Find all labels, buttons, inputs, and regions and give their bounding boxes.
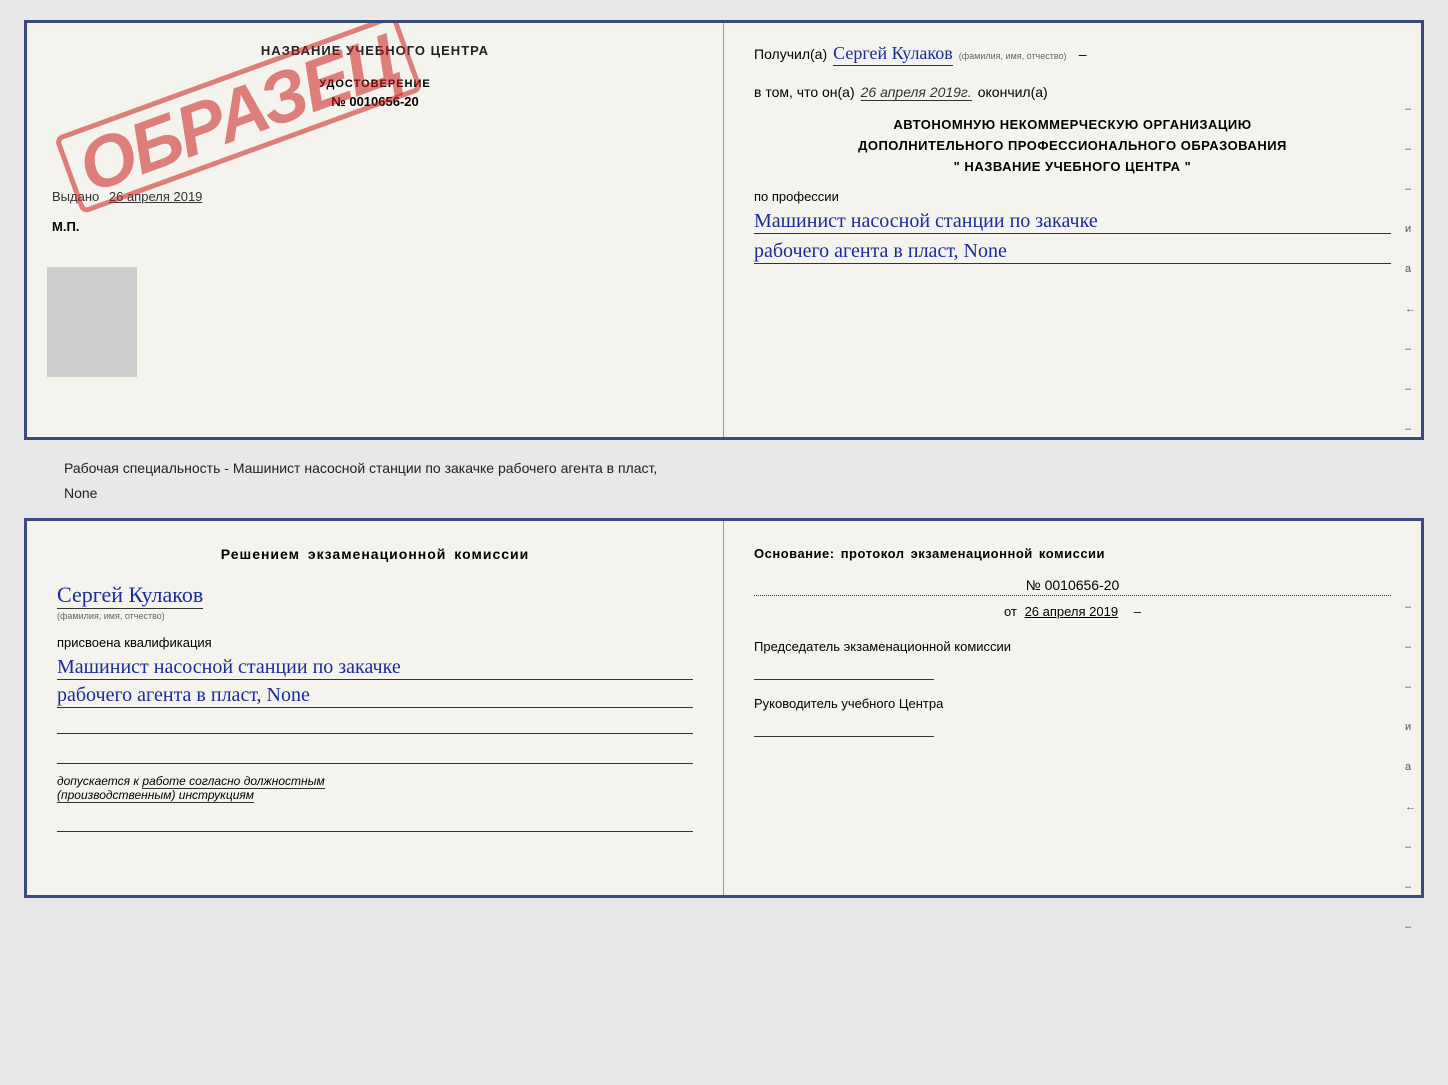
profession-label: по профессии <box>754 189 1391 204</box>
person-name-top: Сергей Кулаков <box>833 43 953 66</box>
org-block: АВТОНОМНУЮ НЕКОММЕРЧЕСКУЮ ОРГАНИЗАЦИЮ ДО… <box>754 115 1391 177</box>
person-name-bottom-area: Сергей Кулаков (фамилия, имя, отчество) <box>57 582 693 621</box>
profession-line1: Машинист насосной станции по закачке <box>754 210 1391 234</box>
document-top: НАЗВАНИЕ УЧЕБНОГО ЦЕНТРА ОБРАЗЕЦ УДОСТОВ… <box>24 20 1424 440</box>
subtitle-text2: None <box>64 483 1424 504</box>
blank-line-3 <box>57 810 693 832</box>
protocol-number: № 0010656-20 <box>754 577 1391 596</box>
mp-label: М.П. <box>52 219 698 234</box>
subtitle-text1: Рабочая специальность - Машинист насосно… <box>64 458 1424 479</box>
qual-line1: Машинист насосной станции по закачке <box>57 656 693 680</box>
admit-text: допускается к работе согласно должностны… <box>57 774 693 802</box>
name-subtitle-top: (фамилия, имя, отчество) <box>959 51 1067 61</box>
cert-badge-area: УДОСТОВЕРЕНИЕ № 0010656-20 <box>52 78 698 109</box>
doc-bottom-left: Решением экзаменационной комиссии Сергей… <box>27 521 724 895</box>
blank-line-2 <box>57 742 693 764</box>
org-line1: АВТОНОМНУЮ НЕКОММЕРЧЕСКУЮ ОРГАНИЗАЦИЮ <box>754 115 1391 136</box>
cert-number: № 0010656-20 <box>52 94 698 109</box>
name-subtitle-bottom: (фамилия, имя, отчество) <box>57 611 693 621</box>
blank-line-1 <box>57 712 693 734</box>
profession-line2: рабочего агента в пласт, None <box>754 240 1391 264</box>
date-prefix: в том, что он(а) <box>754 84 855 100</box>
chairman-sig-line <box>754 658 934 680</box>
qual-line2: рабочего агента в пласт, None <box>57 684 693 708</box>
date-line: в том, что он(а) 26 апреля 2019г. окончи… <box>754 84 1391 101</box>
person-name-bottom: Сергей Кулаков <box>57 582 203 609</box>
issue-prefix: Выдано <box>52 189 99 204</box>
org-line2: ДОПОЛНИТЕЛЬНОГО ПРОФЕССИОНАЛЬНОГО ОБРАЗО… <box>754 136 1391 157</box>
admit-text1: допускается к <box>57 774 139 788</box>
received-line: Получил(а) Сергей Кулаков (фамилия, имя,… <box>754 43 1391 66</box>
director-label: Руководитель учебного Центра <box>754 696 1391 711</box>
subtitle-area: Рабочая специальность - Машинист насосно… <box>24 450 1424 508</box>
org-line3: " НАЗВАНИЕ УЧЕБНОГО ЦЕНТРА " <box>754 157 1391 178</box>
date-suffix: окончил(а) <box>978 84 1048 100</box>
date-value: 26 апреля 2019г. <box>861 84 972 101</box>
school-name-top: НАЗВАНИЕ УЧЕБНОГО ЦЕНТРА <box>52 43 698 58</box>
doc-bottom-right: Основание: протокол экзаменационной коми… <box>724 521 1421 895</box>
document-bottom: Решением экзаменационной комиссии Сергей… <box>24 518 1424 898</box>
issue-line: Выдано 26 апреля 2019 <box>52 189 698 204</box>
protocol-date-prefix: от <box>1004 604 1017 619</box>
commission-title: Решением экзаменационной комиссии <box>57 546 693 562</box>
issue-date: 26 апреля 2019 <box>109 189 203 204</box>
basis-line: Основание: протокол экзаменационной коми… <box>754 546 1391 561</box>
cert-label: УДОСТОВЕРЕНИЕ <box>52 78 698 90</box>
director-sig-line <box>754 715 934 737</box>
doc-top-left: НАЗВАНИЕ УЧЕБНОГО ЦЕНТРА ОБРАЗЕЦ УДОСТОВ… <box>27 23 724 437</box>
doc-top-right: Получил(а) Сергей Кулаков (фамилия, имя,… <box>724 23 1421 437</box>
protocol-date-value: 26 апреля 2019 <box>1025 604 1119 619</box>
admit-underline: работе согласно должностным <box>142 774 324 789</box>
side-dashes-bottom: – – – и а ← – – – <box>1405 601 1416 933</box>
chairman-label: Председатель экзаменационной комиссии <box>754 639 1391 654</box>
received-prefix: Получил(а) <box>754 46 827 62</box>
assigned-label: присвоена квалификация <box>57 635 693 650</box>
photo-placeholder <box>47 267 137 377</box>
admit-text2: (производственным) инструкциям <box>57 788 254 803</box>
protocol-date: от 26 апреля 2019 – <box>754 604 1391 619</box>
side-dashes-top: – – – и а ← – – – <box>1405 103 1416 435</box>
